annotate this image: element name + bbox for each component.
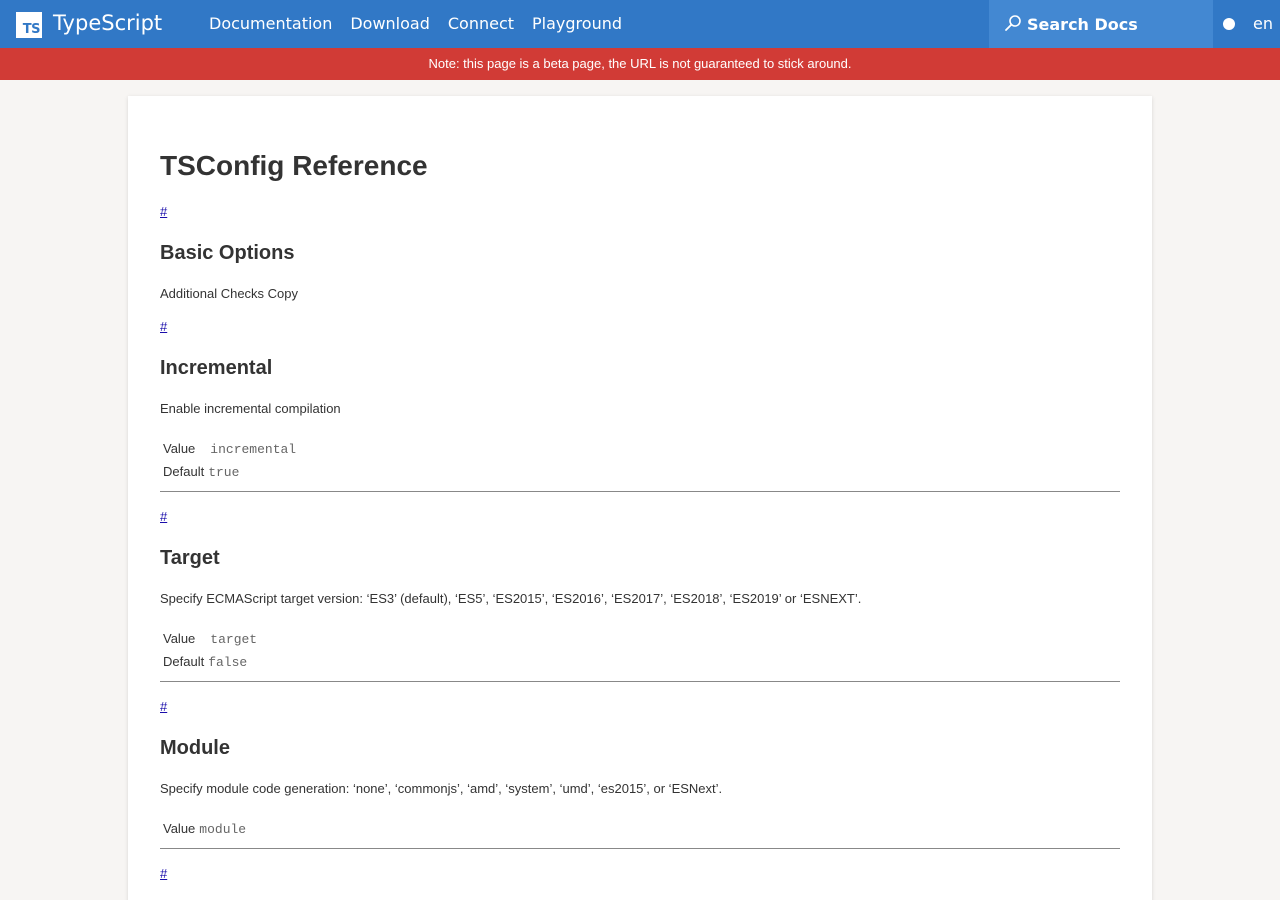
section-title-incremental: Incremental <box>160 357 273 379</box>
section-description: Specify ECMAScript target version: ‘ES3’… <box>160 591 862 606</box>
section-anchor-link[interactable]: # <box>160 204 167 219</box>
default-row: Default false <box>163 654 247 670</box>
value-row: Value module <box>163 821 246 837</box>
search-input[interactable] <box>1027 12 1203 36</box>
typescript-logo-icon[interactable]: TS <box>16 12 42 38</box>
nav-connect[interactable]: Connect <box>448 14 514 33</box>
nav-documentation[interactable]: Documentation <box>209 14 332 33</box>
section-title-module: Module <box>160 737 230 759</box>
value-label: Value <box>163 821 196 836</box>
search-icon <box>1005 15 1021 31</box>
section-anchor-link[interactable]: # <box>160 699 167 714</box>
value-code: module <box>199 822 247 837</box>
content-card: TSConfig Reference # Basic Options Addit… <box>128 96 1152 900</box>
search-box <box>989 0 1213 48</box>
section-title-target: Target <box>160 547 220 569</box>
default-code: true <box>208 465 240 480</box>
section-divider <box>160 681 1120 682</box>
main-nav: Documentation Download Connect Playgroun… <box>209 14 640 33</box>
value-row: Value target <box>163 631 257 647</box>
section-description: Additional Checks Copy <box>160 286 299 301</box>
section-anchor-link[interactable]: # <box>160 319 167 334</box>
section-anchor-link[interactable]: # <box>160 509 167 524</box>
section-divider <box>160 848 1120 849</box>
nav-download[interactable]: Download <box>350 14 430 33</box>
value-code: target <box>210 632 258 647</box>
value-label: Value <box>163 631 196 646</box>
language-selector[interactable]: en <box>1253 14 1273 33</box>
beta-banner: Note: this page is a beta page, the URL … <box>0 48 1280 80</box>
section-description: Specify module code generation: ‘none’, … <box>160 781 723 796</box>
value-code: incremental <box>210 442 297 457</box>
logo-text: TS <box>22 22 41 37</box>
top-navbar: TS TypeScript Documentation Download Con… <box>0 0 1280 48</box>
section-title-basic-options: Basic Options <box>160 242 295 264</box>
section-divider <box>160 491 1120 492</box>
nav-playground[interactable]: Playground <box>532 14 622 33</box>
theme-toggle-icon[interactable] <box>1223 18 1235 30</box>
default-code: false <box>208 655 248 670</box>
section-anchor-link[interactable]: # <box>160 866 167 881</box>
default-label: Default <box>163 654 205 669</box>
brand-link[interactable]: TypeScript <box>53 11 162 35</box>
value-row: Value incremental <box>163 441 296 457</box>
value-label: Value <box>163 441 196 456</box>
default-label: Default <box>163 464 205 479</box>
default-row: Default true <box>163 464 239 480</box>
page-title: TSConfig Reference <box>160 150 428 181</box>
section-description: Enable incremental compilation <box>160 401 341 416</box>
